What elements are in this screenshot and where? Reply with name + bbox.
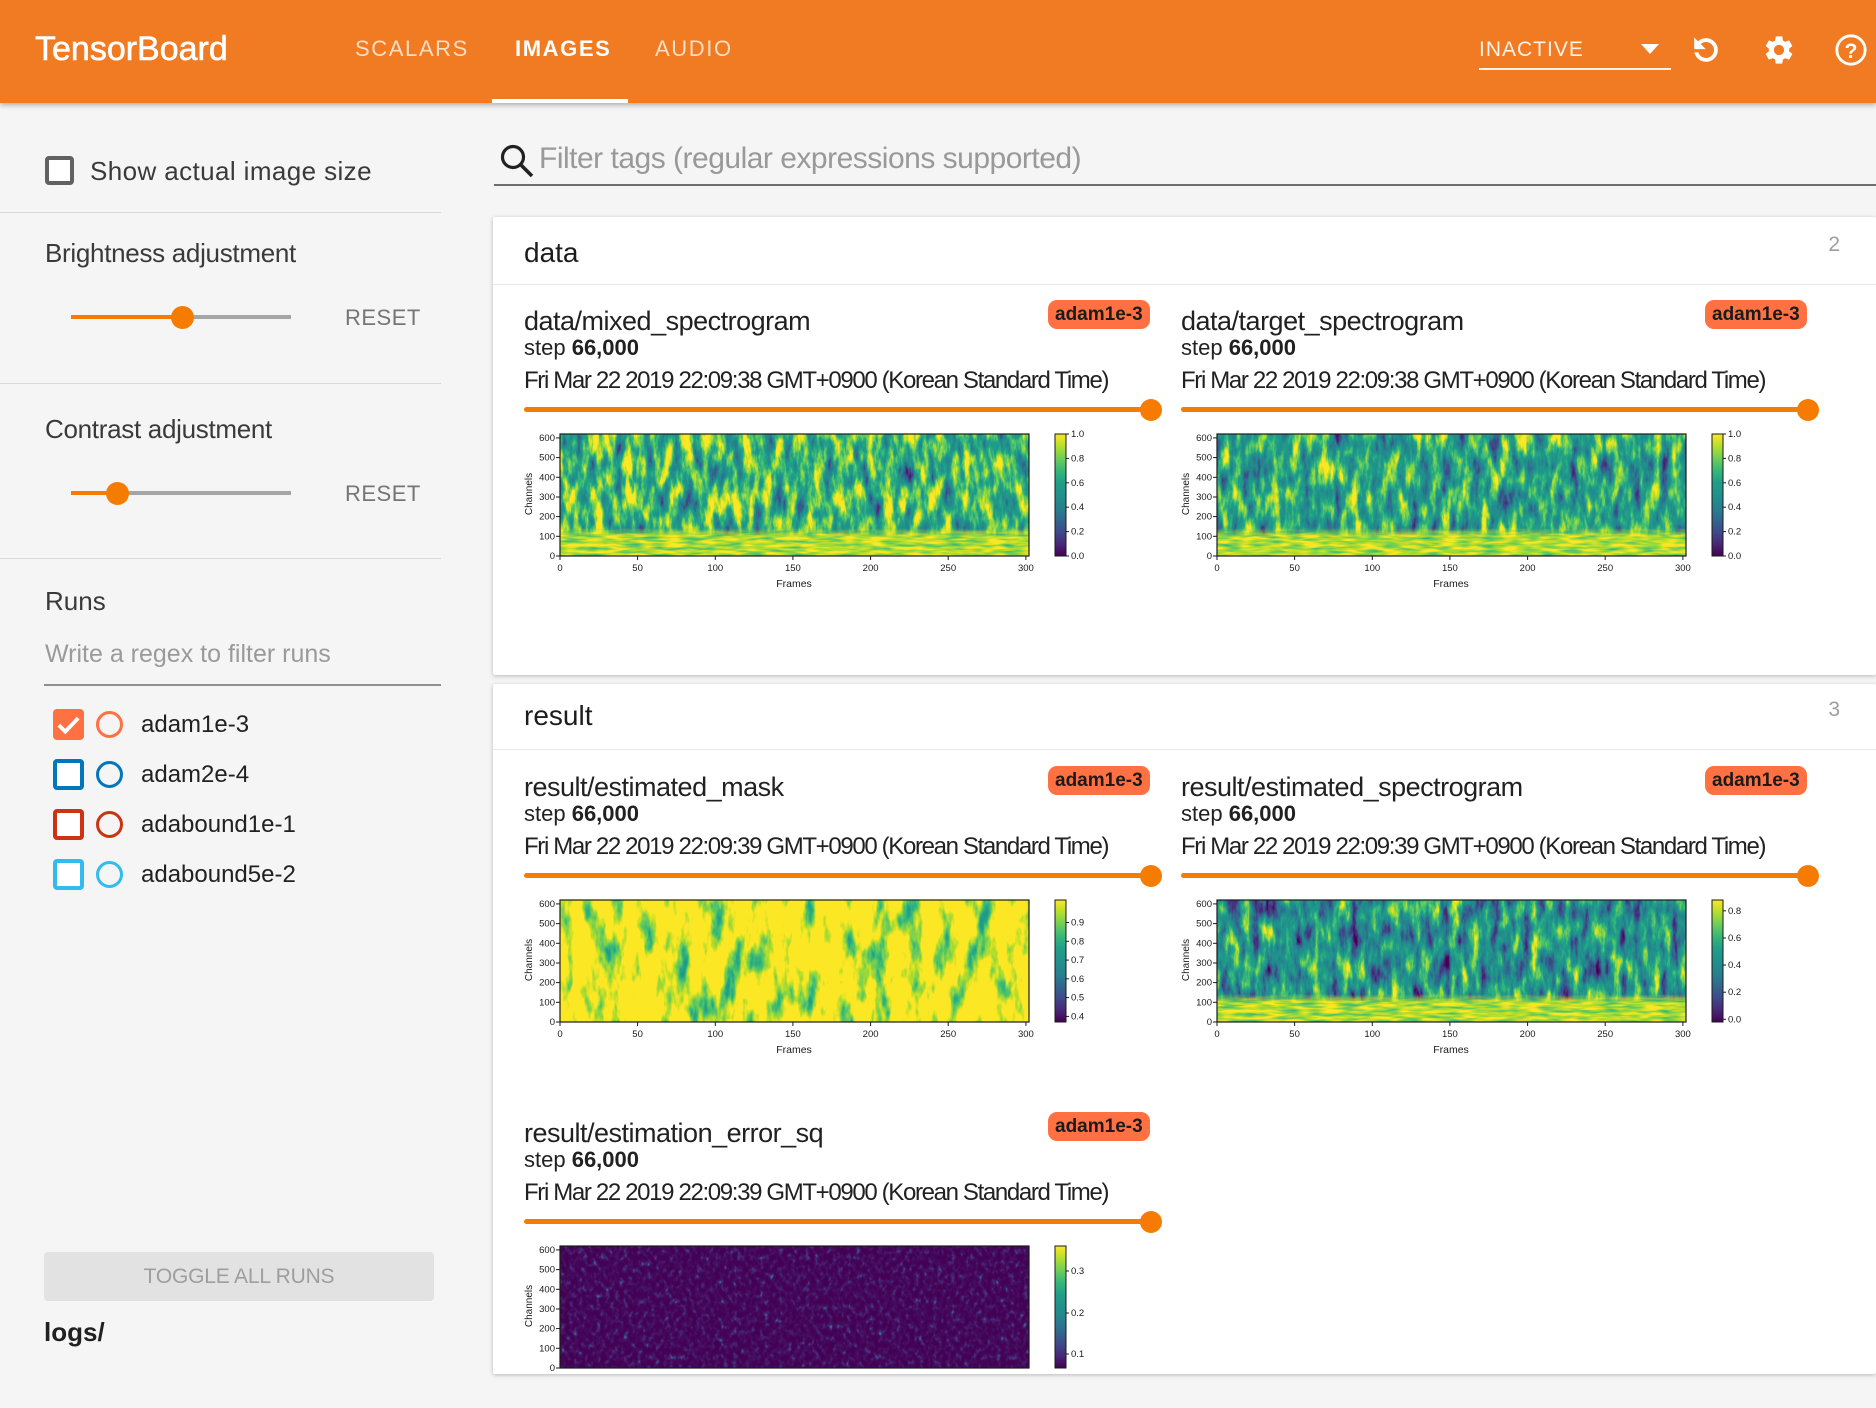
svg-text:0.0: 0.0 xyxy=(1728,1014,1741,1025)
svg-text:200: 200 xyxy=(863,563,879,574)
svg-text:1.0: 1.0 xyxy=(1728,429,1741,440)
svg-text:0.2: 0.2 xyxy=(1071,527,1084,538)
svg-text:100: 100 xyxy=(1364,563,1380,574)
svg-text:0.4: 0.4 xyxy=(1071,1011,1084,1022)
svg-text:200: 200 xyxy=(1196,512,1212,523)
svg-text:0.3: 0.3 xyxy=(1071,1266,1084,1277)
svg-text:0: 0 xyxy=(557,1029,562,1040)
svg-text:Frames: Frames xyxy=(776,1044,812,1056)
svg-text:Frames: Frames xyxy=(1433,578,1469,590)
svg-text:200: 200 xyxy=(539,512,555,523)
svg-text:250: 250 xyxy=(1597,1029,1613,1040)
svg-text:600: 600 xyxy=(1196,433,1212,444)
svg-text:100: 100 xyxy=(1196,997,1212,1008)
svg-text:50: 50 xyxy=(632,1029,643,1040)
svg-text:0.6: 0.6 xyxy=(1071,478,1084,489)
svg-text:400: 400 xyxy=(539,472,555,483)
svg-text:300: 300 xyxy=(1018,563,1034,574)
svg-text:600: 600 xyxy=(539,899,555,910)
svg-text:250: 250 xyxy=(1597,563,1613,574)
svg-text:0.8: 0.8 xyxy=(1071,936,1084,947)
svg-text:0.7: 0.7 xyxy=(1071,955,1084,966)
svg-text:0.6: 0.6 xyxy=(1071,974,1084,985)
svg-text:200: 200 xyxy=(863,1029,879,1040)
svg-text:0: 0 xyxy=(550,1363,555,1374)
svg-text:0.6: 0.6 xyxy=(1728,478,1741,489)
svg-text:0.8: 0.8 xyxy=(1071,453,1084,464)
svg-text:Channels: Channels xyxy=(1181,939,1192,981)
svg-text:0: 0 xyxy=(1207,1017,1212,1028)
svg-text:0.5: 0.5 xyxy=(1071,993,1084,1004)
svg-text:0: 0 xyxy=(550,551,555,562)
svg-text:300: 300 xyxy=(1675,1029,1691,1040)
svg-text:0.2: 0.2 xyxy=(1728,527,1741,538)
svg-text:0: 0 xyxy=(550,1017,555,1028)
svg-text:200: 200 xyxy=(1520,563,1536,574)
svg-text:0.2: 0.2 xyxy=(1071,1308,1084,1319)
svg-text:200: 200 xyxy=(1520,1029,1536,1040)
svg-text:250: 250 xyxy=(940,563,956,574)
svg-text:500: 500 xyxy=(1196,919,1212,930)
svg-text:500: 500 xyxy=(539,453,555,464)
svg-text:150: 150 xyxy=(1442,563,1458,574)
svg-text:0.0: 0.0 xyxy=(1071,551,1084,562)
svg-text:300: 300 xyxy=(1196,492,1212,503)
svg-text:0.8: 0.8 xyxy=(1728,453,1741,464)
svg-text:250: 250 xyxy=(940,1029,956,1040)
svg-text:0: 0 xyxy=(1214,563,1219,574)
svg-text:200: 200 xyxy=(539,978,555,989)
svg-text:?: ? xyxy=(1845,39,1858,63)
svg-text:50: 50 xyxy=(1289,563,1300,574)
svg-text:50: 50 xyxy=(1289,1029,1300,1040)
svg-text:100: 100 xyxy=(707,563,723,574)
svg-text:100: 100 xyxy=(539,997,555,1008)
svg-text:0: 0 xyxy=(1207,551,1212,562)
svg-text:0.4: 0.4 xyxy=(1728,502,1741,513)
svg-text:500: 500 xyxy=(1196,453,1212,464)
svg-text:300: 300 xyxy=(539,958,555,969)
svg-text:100: 100 xyxy=(539,1343,555,1354)
svg-text:500: 500 xyxy=(539,919,555,930)
svg-text:200: 200 xyxy=(539,1324,555,1335)
svg-text:Channels: Channels xyxy=(524,473,535,515)
svg-text:400: 400 xyxy=(1196,938,1212,949)
svg-text:300: 300 xyxy=(1196,958,1212,969)
svg-text:600: 600 xyxy=(539,433,555,444)
svg-text:150: 150 xyxy=(1442,1029,1458,1040)
svg-text:300: 300 xyxy=(539,492,555,503)
svg-text:0.0: 0.0 xyxy=(1728,551,1741,562)
svg-text:200: 200 xyxy=(1196,978,1212,989)
svg-text:100: 100 xyxy=(539,531,555,542)
svg-text:Channels: Channels xyxy=(524,939,535,981)
svg-text:0.4: 0.4 xyxy=(1071,502,1084,513)
svg-text:1.0: 1.0 xyxy=(1071,429,1084,440)
svg-text:300: 300 xyxy=(1018,1029,1034,1040)
svg-text:400: 400 xyxy=(539,938,555,949)
svg-text:100: 100 xyxy=(1364,1029,1380,1040)
svg-text:300: 300 xyxy=(1675,563,1691,574)
svg-text:600: 600 xyxy=(1196,899,1212,910)
svg-text:0: 0 xyxy=(1214,1029,1219,1040)
svg-text:50: 50 xyxy=(632,563,643,574)
svg-text:400: 400 xyxy=(1196,472,1212,483)
svg-text:Channels: Channels xyxy=(524,1285,535,1327)
svg-text:0.1: 0.1 xyxy=(1071,1349,1084,1360)
svg-text:400: 400 xyxy=(539,1284,555,1295)
svg-text:500: 500 xyxy=(539,1265,555,1276)
svg-text:0.6: 0.6 xyxy=(1728,933,1741,944)
svg-text:100: 100 xyxy=(1196,531,1212,542)
svg-text:100: 100 xyxy=(707,1029,723,1040)
svg-text:Frames: Frames xyxy=(1433,1044,1469,1056)
svg-text:0.8: 0.8 xyxy=(1728,906,1741,917)
svg-text:600: 600 xyxy=(539,1245,555,1256)
svg-text:Channels: Channels xyxy=(1181,473,1192,515)
svg-text:150: 150 xyxy=(785,563,801,574)
svg-text:0.2: 0.2 xyxy=(1728,987,1741,998)
svg-text:Frames: Frames xyxy=(776,578,812,590)
svg-text:150: 150 xyxy=(785,1029,801,1040)
svg-text:0: 0 xyxy=(557,563,562,574)
svg-text:0.9: 0.9 xyxy=(1071,918,1084,929)
svg-text:300: 300 xyxy=(539,1304,555,1315)
svg-text:0.4: 0.4 xyxy=(1728,960,1741,971)
